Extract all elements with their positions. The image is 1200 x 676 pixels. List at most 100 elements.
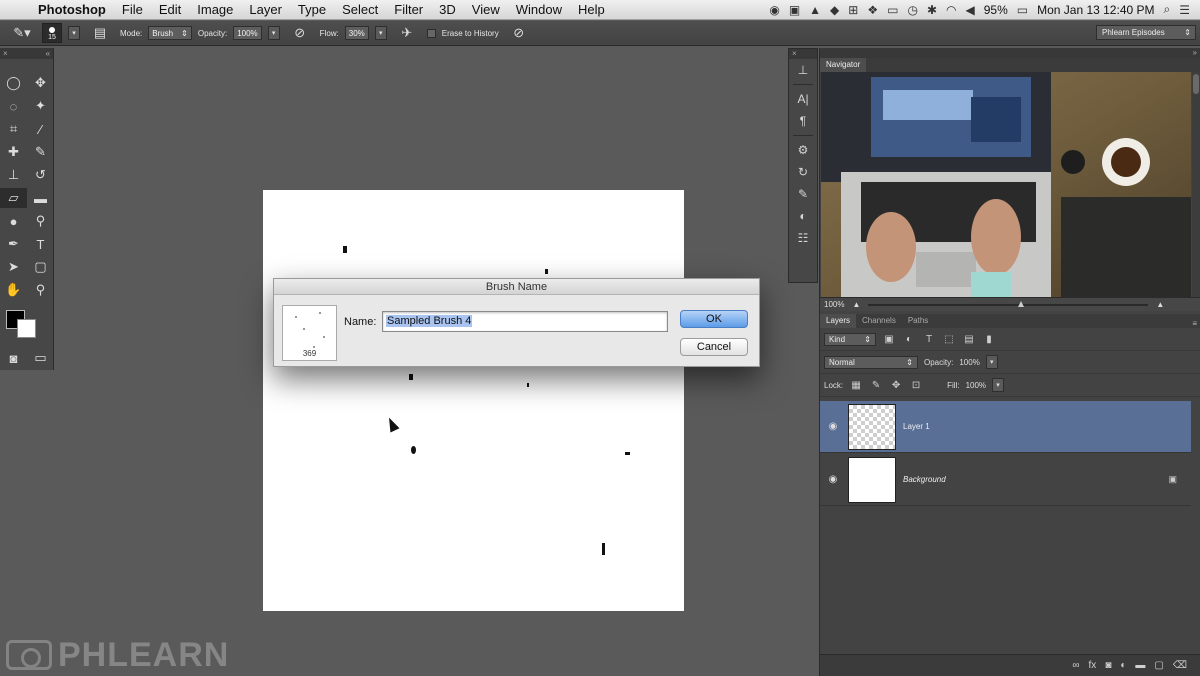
- adjustment-layer-icon[interactable]: ◐: [1120, 660, 1126, 671]
- workspace-switcher[interactable]: Phlearn Episodes ⇕: [1096, 25, 1196, 40]
- zoom-level[interactable]: 100%: [824, 300, 844, 309]
- menu-type[interactable]: Type: [290, 2, 334, 17]
- new-group-icon[interactable]: ▬: [1135, 660, 1145, 671]
- brush-tool-icon[interactable]: ✎: [27, 142, 54, 162]
- dodge-tool-icon[interactable]: ⚲: [27, 211, 54, 231]
- lock-transparency-icon[interactable]: ▦: [849, 378, 863, 392]
- fill-arrow[interactable]: ▾: [992, 378, 1005, 392]
- camera-icon[interactable]: ◉: [769, 3, 779, 17]
- opacity-slider-arrow[interactable]: ▾: [267, 26, 280, 40]
- visibility-eye-icon[interactable]: ◉: [820, 421, 846, 432]
- link-layers-icon[interactable]: ∞: [1072, 660, 1079, 671]
- wifi-icon[interactable]: ◠: [946, 3, 956, 17]
- zoom-out-icon[interactable]: ▲: [852, 300, 860, 309]
- history-brush-tool-icon[interactable]: ↺: [27, 165, 54, 185]
- menu-file[interactable]: File: [114, 2, 151, 17]
- panel-menu-icon[interactable]: ≡: [1192, 319, 1200, 328]
- eyedropper-tool-icon[interactable]: ⁄: [27, 119, 54, 139]
- evernote-icon[interactable]: ◆: [830, 3, 839, 17]
- volume-icon[interactable]: ◀: [965, 3, 974, 17]
- move-tool-icon[interactable]: ✥: [27, 73, 54, 93]
- cancel-button[interactable]: Cancel: [680, 338, 748, 356]
- history-panel-icon[interactable]: ↻: [789, 161, 817, 183]
- brush-picker-arrow[interactable]: ▾: [68, 26, 80, 40]
- time-machine-icon[interactable]: ◷: [907, 3, 917, 17]
- opacity-field[interactable]: 100%: [233, 26, 262, 40]
- airbrush-icon[interactable]: ✈: [393, 23, 421, 43]
- clone-stamp-tool-icon[interactable]: ⊥: [0, 165, 27, 185]
- menu-edit[interactable]: Edit: [151, 2, 189, 17]
- menu-filter[interactable]: Filter: [386, 2, 431, 17]
- eraser-tool-preset-icon[interactable]: ✎▾: [8, 23, 36, 43]
- lock-position-icon[interactable]: ✥: [889, 378, 903, 392]
- filter-shape-icon[interactable]: ⬚: [942, 332, 956, 346]
- tab-channels[interactable]: Channels: [856, 314, 902, 328]
- zoom-in-icon[interactable]: ▲: [1156, 300, 1164, 309]
- quick-mask-icon[interactable]: ◙: [0, 348, 27, 368]
- flow-slider-arrow[interactable]: ▾: [374, 26, 387, 40]
- menu-view[interactable]: View: [464, 2, 508, 17]
- mode-select[interactable]: Brush ⇕: [148, 26, 192, 40]
- battery-percent[interactable]: 95%: [984, 3, 1008, 17]
- grid-icon[interactable]: ⊞: [848, 3, 858, 17]
- tab-navigator[interactable]: Navigator: [820, 58, 867, 72]
- layer-name[interactable]: Layer 1: [903, 422, 930, 431]
- filter-toggle-icon[interactable]: ▮: [982, 332, 996, 346]
- clone-source-panel-icon[interactable]: ⊥: [789, 59, 817, 81]
- fill-value[interactable]: 100%: [966, 381, 986, 390]
- visibility-eye-icon[interactable]: ◉: [820, 474, 846, 485]
- erase-to-history-checkbox[interactable]: [426, 28, 436, 38]
- flow-field[interactable]: 30%: [344, 26, 369, 40]
- lasso-tool-icon[interactable]: ◌: [0, 96, 27, 116]
- pen-tool-icon[interactable]: ✒: [0, 234, 27, 254]
- pressure-opacity-icon[interactable]: ⊘: [286, 23, 314, 43]
- filter-adjustment-icon[interactable]: ◐: [902, 332, 916, 346]
- crop-tool-icon[interactable]: ⌗: [0, 119, 27, 139]
- menu-3d[interactable]: 3D: [431, 2, 464, 17]
- zoom-tool-icon[interactable]: ⚲: [27, 280, 54, 300]
- layer-name[interactable]: Background: [903, 475, 946, 484]
- layer-style-icon[interactable]: fx: [1089, 660, 1097, 671]
- spotlight-search-icon[interactable]: ⌕: [1164, 2, 1171, 17]
- menu-app-name[interactable]: Photoshop: [34, 2, 114, 17]
- tools-panel-header[interactable]: × «: [0, 48, 53, 59]
- healing-brush-tool-icon[interactable]: ✚: [0, 142, 27, 162]
- bluetooth-icon[interactable]: ✱: [927, 3, 937, 17]
- dock-header[interactable]: ×: [789, 49, 817, 59]
- brush-name-input[interactable]: Sampled Brush 4: [382, 311, 668, 332]
- menu-window[interactable]: Window: [508, 2, 570, 17]
- battery-icon[interactable]: ▭: [1017, 3, 1028, 17]
- filter-type-icon[interactable]: T: [922, 332, 936, 346]
- brush-presets-panel-icon[interactable]: ✎: [789, 183, 817, 205]
- pressure-size-icon[interactable]: ⊘: [505, 23, 533, 43]
- blur-tool-icon[interactable]: ●: [0, 211, 27, 231]
- filter-pixel-icon[interactable]: ▣: [882, 332, 896, 346]
- adjustments-panel-icon[interactable]: ◐: [789, 205, 817, 227]
- gradient-tool-icon[interactable]: ▬: [27, 188, 54, 208]
- paragraph-panel-icon[interactable]: ¶: [789, 110, 817, 132]
- trash-icon[interactable]: ⌫: [1173, 660, 1187, 671]
- elliptical-marquee-tool-icon[interactable]: ◯: [0, 73, 27, 93]
- tool-presets-panel-icon[interactable]: ⚙: [789, 139, 817, 161]
- navigator-scrollbar[interactable]: [1192, 72, 1200, 297]
- brush-size-picker[interactable]: 15: [42, 23, 62, 43]
- layer-row-layer-1[interactable]: ◉ Layer 1: [820, 401, 1191, 453]
- menu-layer[interactable]: Layer: [241, 2, 290, 17]
- zoom-slider[interactable]: [868, 300, 1149, 307]
- filter-smart-object-icon[interactable]: ▤: [962, 332, 976, 346]
- screen-mode-icon[interactable]: ▭: [27, 348, 54, 368]
- ok-button[interactable]: OK: [680, 310, 748, 328]
- document-canvas[interactable]: [263, 190, 684, 611]
- clock[interactable]: Mon Jan 13 12:40 PM: [1037, 3, 1154, 17]
- layer-row-background[interactable]: ◉ Background ▣: [820, 454, 1191, 506]
- drive-icon[interactable]: ▲: [809, 3, 821, 17]
- filter-kind-select[interactable]: Kind ⇕: [824, 332, 876, 346]
- menu-select[interactable]: Select: [334, 2, 386, 17]
- navigator-preview[interactable]: [821, 72, 1191, 297]
- eraser-tool-icon[interactable]: ▱: [0, 188, 27, 208]
- notification-center-icon[interactable]: ☰: [1179, 3, 1190, 17]
- airplay-icon[interactable]: ▭: [887, 3, 898, 17]
- character-panel-icon[interactable]: A|: [789, 88, 817, 110]
- collapse-icon[interactable]: «: [46, 49, 50, 58]
- new-layer-icon[interactable]: ▢: [1154, 660, 1163, 671]
